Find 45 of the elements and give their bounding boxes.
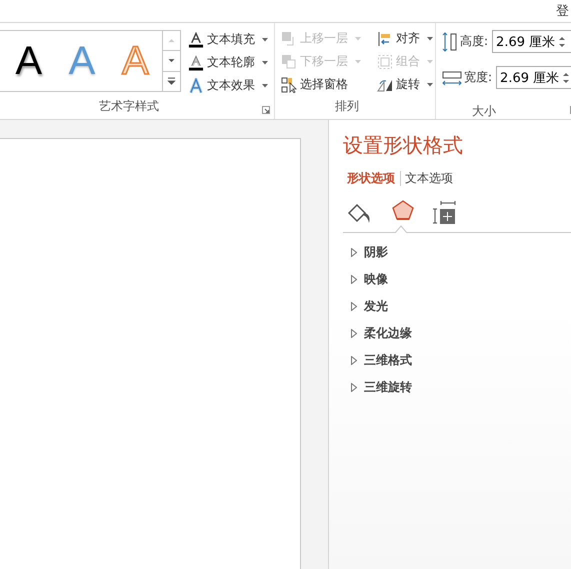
collapsible-section[interactable]: 发光	[351, 293, 571, 320]
wordart-style[interactable]: A	[15, 39, 42, 83]
dialog-launcher-icon[interactable]	[262, 106, 270, 114]
text-fill-icon	[188, 32, 204, 48]
text-outline-icon	[188, 54, 204, 70]
group-label: 大小	[471, 103, 497, 119]
caret-icon	[427, 82, 433, 86]
caret-icon	[262, 60, 268, 64]
caret-icon	[355, 60, 361, 64]
caret-icon	[262, 38, 268, 42]
group-label: 艺术字样式	[98, 98, 160, 115]
collapsible-section[interactable]: 三维旋转	[351, 374, 571, 401]
text-command[interactable]: 文本轮廓	[188, 53, 268, 72]
arrange-command[interactable]: 选择窗格	[281, 75, 361, 94]
caret-icon	[427, 60, 433, 64]
text-effects-icon	[188, 78, 204, 94]
send-backward-icon	[281, 54, 297, 70]
selection-pane-icon	[281, 76, 297, 92]
group-icon	[377, 54, 393, 70]
group-label: 排列	[334, 98, 360, 115]
spinner-icon[interactable]	[562, 70, 570, 84]
shape-height-icon	[442, 32, 458, 52]
arrange-command[interactable]: 对齐	[377, 29, 433, 48]
collapsible-section[interactable]: 柔化边缘	[351, 320, 571, 347]
shape-width-icon	[442, 70, 462, 86]
height-field[interactable]: 2.69 厘米	[492, 30, 571, 53]
field-label: 高度:	[460, 33, 488, 50]
field-label: 宽度:	[464, 69, 492, 86]
arrange-command[interactable]: 旋转	[377, 75, 433, 94]
size-properties-icon[interactable]	[433, 201, 457, 225]
caret-icon	[427, 36, 433, 40]
text-command[interactable]: 文本效果	[188, 76, 268, 95]
text-command[interactable]: 文本填充	[188, 30, 268, 49]
collapsible-section[interactable]: 三维格式	[351, 347, 571, 374]
width-field[interactable]: 2.69 厘米	[496, 66, 571, 89]
caret-icon	[262, 84, 268, 88]
pane-title: 设置形状格式	[343, 132, 464, 159]
pane-tab[interactable]: 形状选项	[343, 170, 400, 187]
pane-tab[interactable]: 文本选项	[401, 170, 458, 187]
collapsible-section[interactable]: 映像	[351, 266, 571, 293]
caret-icon	[355, 36, 361, 40]
sign-in-link[interactable]: 登	[556, 2, 569, 20]
collapsible-section[interactable]: 阴影	[351, 239, 571, 266]
align-icon	[377, 30, 393, 46]
spinner-icon[interactable]	[558, 34, 566, 48]
